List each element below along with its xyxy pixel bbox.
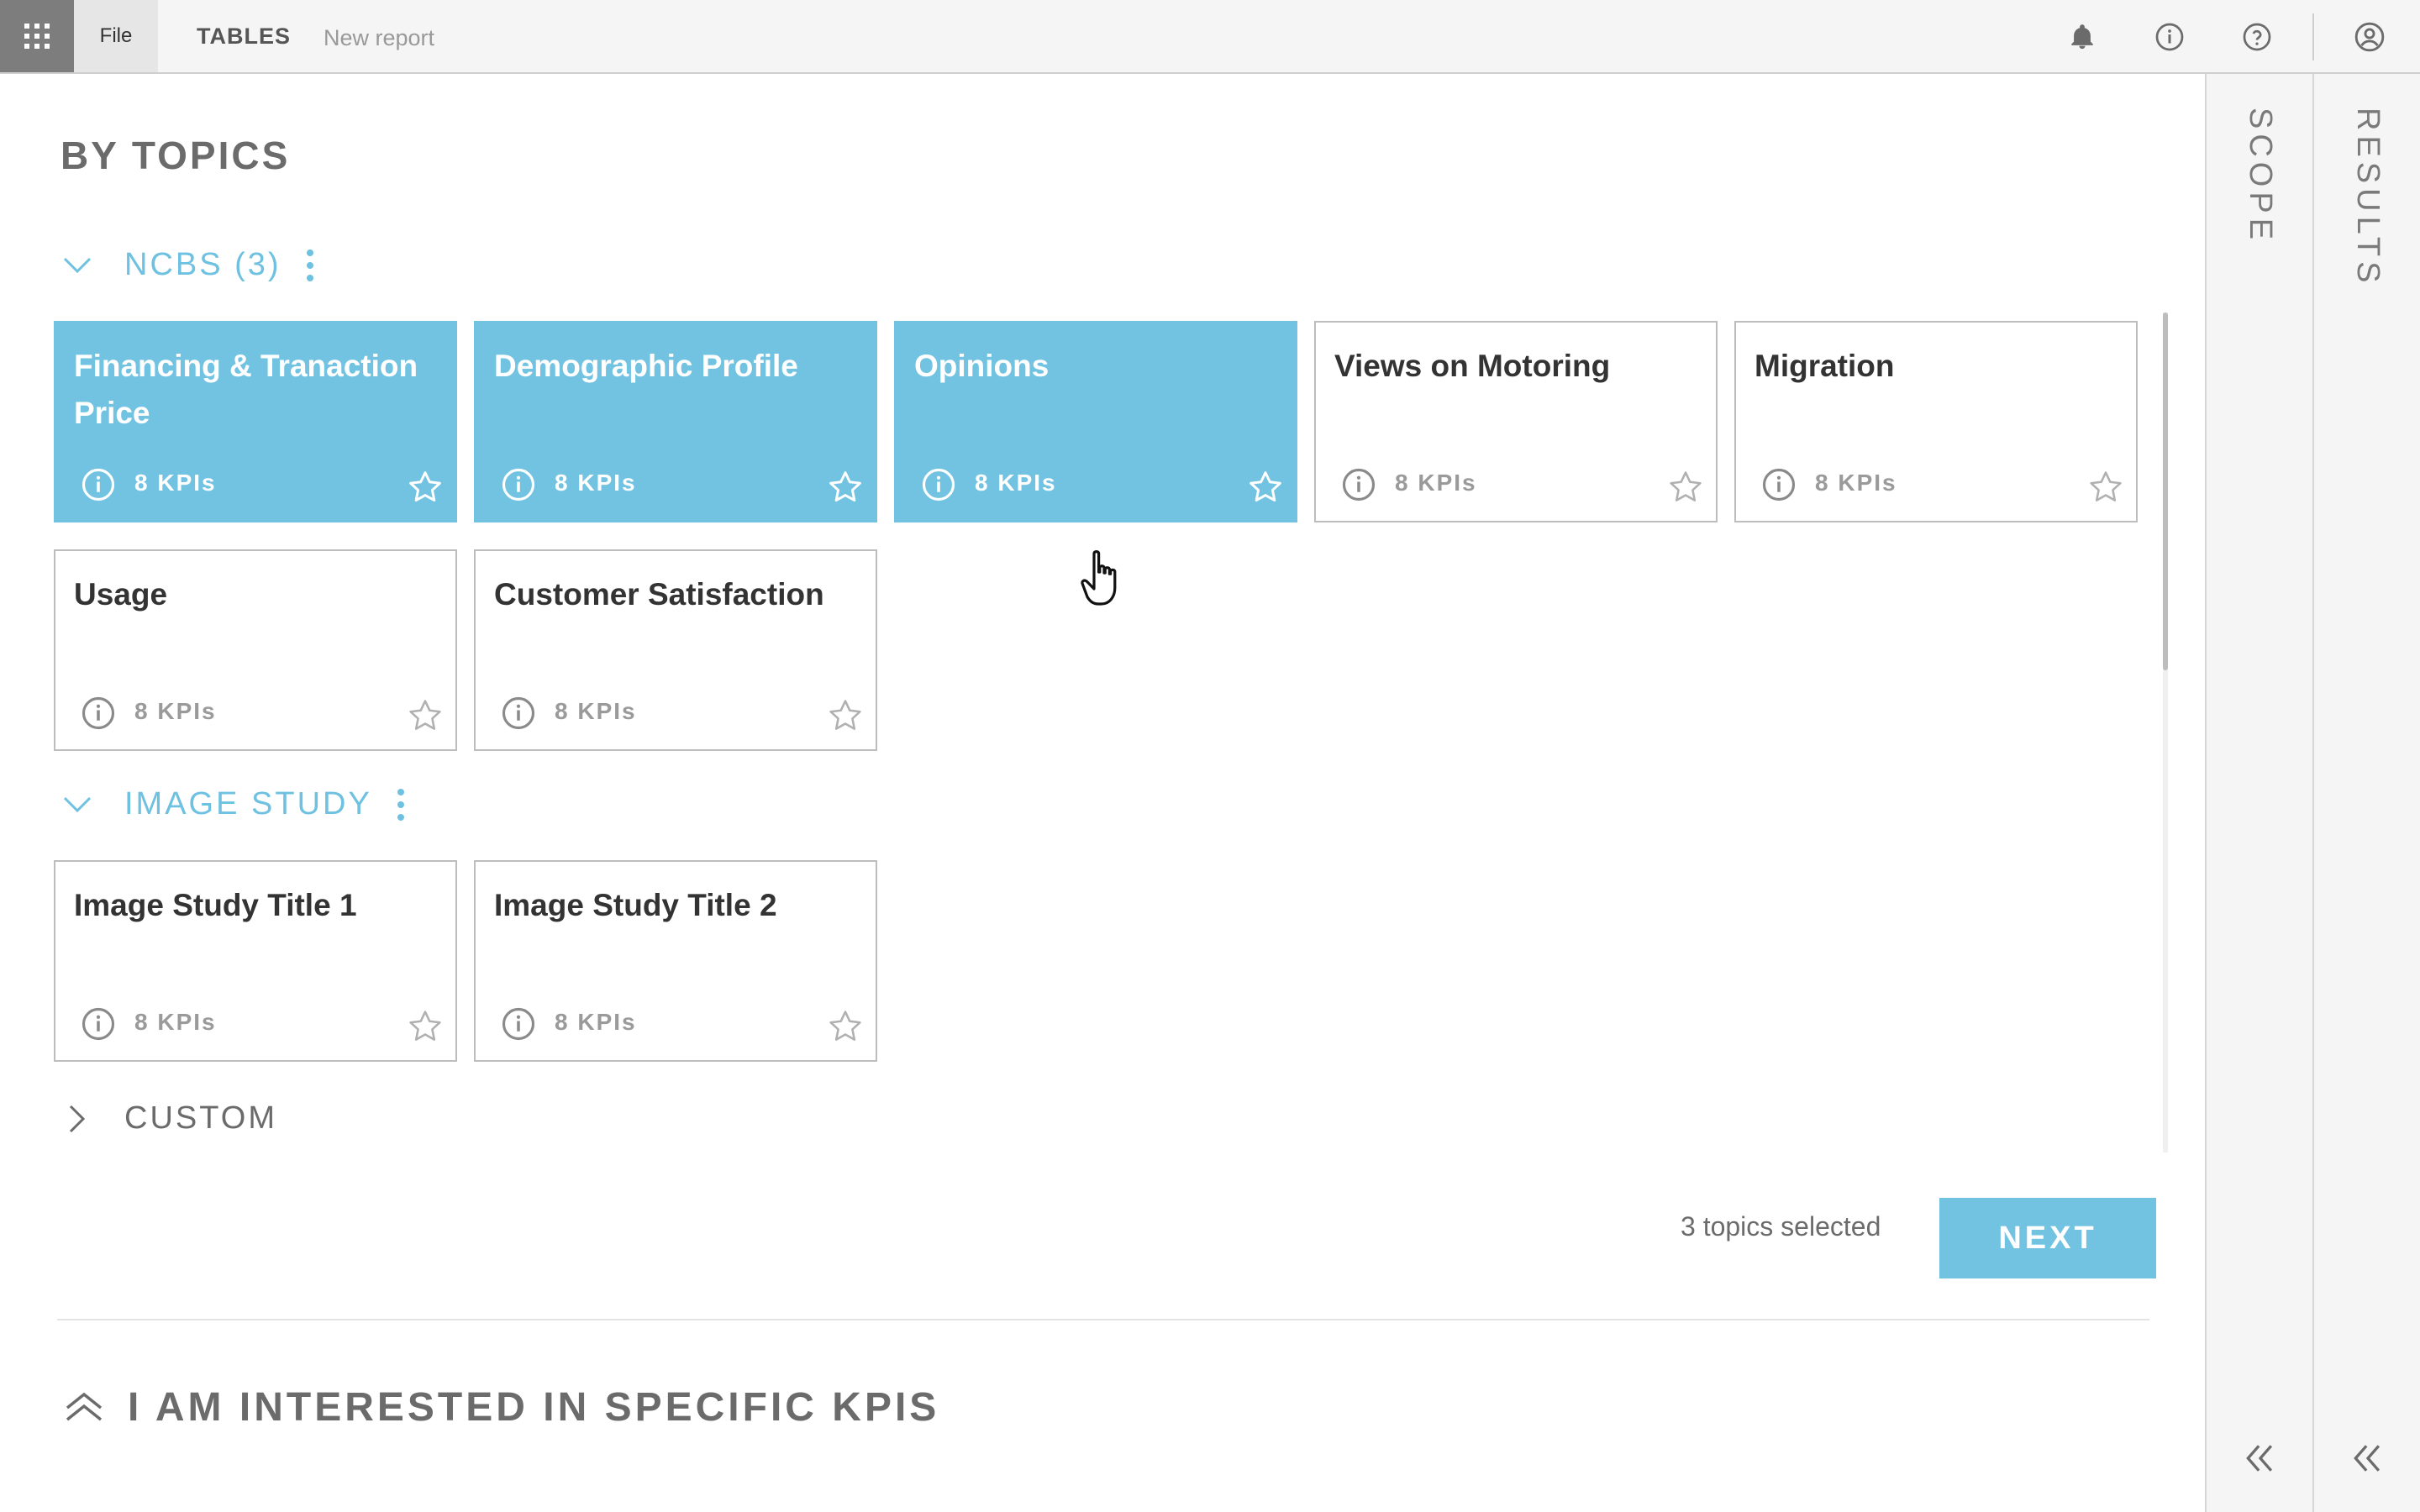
- kpi-count: 8 KPIs: [134, 1009, 217, 1035]
- double-chevron-left-icon[interactable]: [2349, 1440, 2386, 1477]
- info-icon[interactable]: [1761, 467, 1797, 502]
- help-icon[interactable]: [2238, 18, 2275, 55]
- top-bar: File TABLES New report: [0, 0, 2420, 74]
- user-account-icon[interactable]: [2351, 18, 2388, 55]
- more-options-icon[interactable]: [397, 788, 404, 821]
- toolbar-divider: [2312, 13, 2314, 60]
- report-name[interactable]: New report: [324, 0, 434, 76]
- section-label: IMAGE STUDY: [124, 786, 372, 822]
- section-header-ncbs[interactable]: NCBS (3): [60, 247, 313, 283]
- star-icon[interactable]: [827, 1008, 864, 1045]
- topic-title: Demographic Profile: [494, 349, 798, 383]
- star-icon[interactable]: [1667, 469, 1704, 506]
- topic-title: Views on Motoring: [1334, 349, 1611, 383]
- section-header-image-study[interactable]: IMAGE STUDY: [60, 786, 404, 822]
- chevron-down-icon[interactable]: [60, 788, 94, 822]
- topic-card[interactable]: Image Study Title 1 8 KPIs: [54, 860, 457, 1062]
- info-icon[interactable]: [501, 696, 536, 731]
- chevron-down-icon[interactable]: [60, 249, 94, 282]
- topic-title: Customer Satisfaction: [494, 577, 824, 612]
- section-label: CUSTOM: [124, 1100, 277, 1136]
- info-icon[interactable]: [81, 1006, 116, 1042]
- section-header-specific-kpis[interactable]: I AM INTERESTED IN SPECIFIC KPIS: [64, 1384, 939, 1431]
- star-icon[interactable]: [827, 469, 864, 506]
- topic-card[interactable]: Demographic Profile 8 KPIs: [474, 321, 877, 522]
- divider: [57, 1319, 2149, 1320]
- next-button[interactable]: NEXT: [1939, 1198, 2156, 1278]
- topic-card[interactable]: Migration 8 KPIs: [1734, 321, 2138, 522]
- star-icon[interactable]: [2087, 469, 2124, 506]
- topic-title: Image Study Title 1: [74, 888, 357, 922]
- topic-card[interactable]: Financing & Tranaction Price 8 KPIs: [54, 321, 457, 522]
- tab-tables[interactable]: TABLES: [197, 0, 291, 72]
- hand-pointer-icon: [1081, 550, 1117, 606]
- topic-card[interactable]: Customer Satisfaction 8 KPIs: [474, 549, 877, 751]
- star-icon[interactable]: [407, 697, 444, 734]
- bell-icon[interactable]: [2064, 18, 2101, 55]
- info-icon[interactable]: [2151, 18, 2188, 55]
- kpi-count: 8 KPIs: [975, 470, 1057, 496]
- kpi-count: 8 KPIs: [134, 470, 217, 496]
- info-icon[interactable]: [921, 467, 956, 502]
- info-icon[interactable]: [501, 1006, 536, 1042]
- double-chevron-left-icon[interactable]: [2242, 1440, 2279, 1477]
- topic-card[interactable]: Opinions 8 KPIs: [894, 321, 1297, 522]
- topic-title: Usage: [74, 577, 168, 612]
- file-menu[interactable]: File: [74, 0, 158, 72]
- selection-status: 3 topics selected: [1681, 1211, 1881, 1242]
- info-icon[interactable]: [501, 467, 536, 502]
- topic-card[interactable]: Views on Motoring 8 KPIs: [1314, 321, 1718, 522]
- topic-title: Migration: [1754, 349, 1895, 383]
- star-icon[interactable]: [1247, 469, 1284, 506]
- chevron-right-icon[interactable]: [60, 1102, 94, 1136]
- topic-title: Image Study Title 2: [494, 888, 777, 922]
- info-icon[interactable]: [81, 696, 116, 731]
- topic-card[interactable]: Usage 8 KPIs: [54, 549, 457, 751]
- kpi-count: 8 KPIs: [555, 1009, 637, 1035]
- results-rail[interactable]: RESULTS: [2312, 74, 2420, 1512]
- apps-grid-icon[interactable]: [0, 0, 74, 72]
- section-label: NCBS (3): [124, 247, 281, 282]
- kpi-count: 8 KPIs: [134, 698, 217, 724]
- main-panel: BY TOPICS NCBS (3) Financing & Tranactio…: [0, 74, 2203, 1512]
- info-icon[interactable]: [1341, 467, 1376, 502]
- section-header-custom[interactable]: CUSTOM: [60, 1100, 277, 1137]
- star-icon[interactable]: [407, 1008, 444, 1045]
- scope-rail[interactable]: SCOPE: [2205, 74, 2312, 1512]
- info-icon[interactable]: [81, 467, 116, 502]
- star-icon[interactable]: [407, 469, 444, 506]
- more-options-icon[interactable]: [306, 249, 313, 281]
- page-title: BY TOPICS: [60, 134, 291, 177]
- topic-card[interactable]: Image Study Title 2 8 KPIs: [474, 860, 877, 1062]
- scrollbar-thumb[interactable]: [2163, 312, 2168, 670]
- double-chevron-up-icon[interactable]: [64, 1391, 104, 1425]
- kpi-count: 8 KPIs: [1395, 470, 1477, 496]
- results-label[interactable]: RESULTS: [2349, 108, 2386, 287]
- star-icon[interactable]: [827, 697, 864, 734]
- topic-title: Opinions: [914, 349, 1050, 383]
- topic-title: Financing & Tranaction Price: [74, 349, 418, 430]
- kpi-count: 8 KPIs: [555, 698, 637, 724]
- scope-label[interactable]: SCOPE: [2242, 108, 2278, 244]
- section-title: I AM INTERESTED IN SPECIFIC KPIS: [128, 1385, 940, 1430]
- kpi-count: 8 KPIs: [1815, 470, 1897, 496]
- kpi-count: 8 KPIs: [555, 470, 637, 496]
